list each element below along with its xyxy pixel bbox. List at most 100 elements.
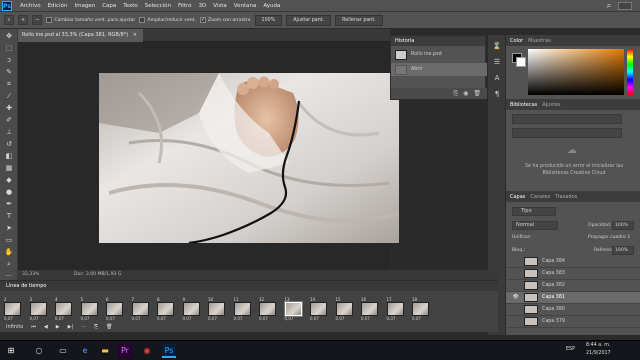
timeline-frame[interactable]: 13 0,07 [283,297,303,323]
frame-delay[interactable]: 0,07 [234,316,251,322]
zoom-100-button[interactable]: 100% [254,14,283,26]
tab-swatches[interactable]: Muestras [528,38,551,44]
path-select-tool-icon[interactable]: ➤ [3,223,15,233]
layer-row[interactable]: Capa 382 [506,280,640,292]
history-snapshot[interactable]: Rollo ine.psd [391,48,487,61]
menu-ventana[interactable]: Ventana [234,3,257,9]
timeline-frame[interactable]: 4 0,07 [55,297,72,323]
properties-panel-icon[interactable]: ☰ [492,57,502,67]
opacity-input[interactable]: 100% [612,221,634,230]
hand-tool-icon[interactable]: ✋ [3,247,15,257]
frame-delay[interactable]: 0,07 [157,316,174,322]
menu-3d[interactable]: 3D [198,3,206,9]
frame-delay[interactable]: 0,07 [81,316,98,322]
fill-screen-button[interactable]: Rellenar pant. [335,14,383,26]
timeline-frame[interactable]: 11 0,07 [233,297,251,323]
next-frame-icon[interactable]: ▶| [68,324,74,330]
tween-icon[interactable]: ⋯ [81,324,86,330]
layer-row[interactable]: Capa 379 [506,316,640,328]
menu-seleccion[interactable]: Selección [145,3,171,9]
blur-tool-icon[interactable]: ◆ [3,175,15,185]
quick-select-tool-icon[interactable]: ✎ [3,67,15,77]
input-language[interactable]: ESP [566,347,575,352]
frame-delay[interactable]: 0,07 [4,316,21,322]
play-icon[interactable]: ▶ [56,324,60,330]
zoom-all-checkbox[interactable]: Ampliar/reducir vent. [139,17,196,23]
layer-row[interactable]: Capa 384 [506,256,640,268]
layer-row-selected[interactable]: 👁 Capa 381 [506,292,640,304]
timeline-frame[interactable]: 12 0,07 [259,297,276,323]
fill-input[interactable]: 100% [612,246,634,255]
frame-delay[interactable]: 0,07 [387,316,404,322]
clock-date[interactable]: 21/9/2017 [586,351,611,356]
type-tool-icon[interactable]: T [3,211,15,221]
duplicate-frame-icon[interactable]: ⎘ [94,324,98,330]
close-icon[interactable]: × [133,32,137,38]
tab-channels[interactable]: Canales [530,194,550,200]
timeline-frame[interactable]: 2 0,07 [4,297,21,323]
dodge-tool-icon[interactable]: ● [3,187,15,197]
color-field[interactable] [528,49,624,95]
menu-texto[interactable]: Texto [123,3,138,9]
menu-imagen[interactable]: Imagen [74,3,95,9]
photoshop-taskbar-icon[interactable]: Ps [162,344,176,358]
resize-windows-checkbox[interactable]: Cambiar tamaño vent. para ajustar [46,17,135,23]
timeline-frame[interactable]: 7 0,07 [131,297,149,323]
menu-edicion[interactable]: Edición [48,3,68,9]
frame-delay[interactable]: 0,07 [310,316,327,322]
move-tool-icon[interactable]: ✥ [3,31,15,41]
scrubby-zoom-checkbox[interactable]: ✓ Zoom con arrastre [199,17,251,23]
frame-delay[interactable]: 0,07 [361,316,378,322]
timeline-frame[interactable]: 9 0,07 [182,297,200,323]
edge-browser-icon[interactable]: e [78,344,92,358]
file-explorer-icon[interactable]: ▬ [98,344,112,358]
eraser-tool-icon[interactable]: ◧ [3,151,15,161]
frame-delay[interactable]: 0,07 [336,316,353,322]
timeline-frame[interactable]: 17 0,07 [386,297,404,323]
healing-brush-tool-icon[interactable]: ✚ [3,103,15,113]
tab-adjustments[interactable]: Ajustes [542,102,560,108]
library-dropdown[interactable] [512,114,622,124]
clock-time[interactable]: 8:44 a. m. [586,343,610,348]
previous-frame-icon[interactable]: ◀ [44,324,48,330]
menu-capa[interactable]: Capa [102,3,116,9]
paragraph-panel-icon[interactable]: ¶ [492,89,502,99]
frame-delay[interactable]: 0,07 [183,316,200,322]
history-step[interactable]: Abrir [391,63,487,76]
eyedropper-tool-icon[interactable]: ⁄ [3,91,15,101]
timeline-frame[interactable]: 18 0,07 [412,297,429,323]
task-view-icon[interactable]: ▭ [56,344,70,358]
marquee-tool-icon[interactable]: ⬚ [3,43,15,53]
new-document-icon[interactable]: ⎘ [453,88,458,99]
eye-icon[interactable]: 👁 [511,295,520,300]
frame-delay[interactable]: 0,07 [412,316,429,322]
camera-icon[interactable]: ◉ [463,88,468,99]
tab-paths[interactable]: Trazados [555,194,577,200]
timeline-frame[interactable]: 14 0,07 [310,297,327,323]
blend-mode-select[interactable]: Normal [512,221,558,230]
brush-tool-icon[interactable]: ✐ [3,115,15,125]
character-panel-icon[interactable]: A [492,73,502,83]
menu-ayuda[interactable]: Ayuda [263,3,280,9]
document-info[interactable]: Doc: 3,00 MB/1,93 G [74,270,121,280]
search-icon[interactable]: ⌕ [604,1,614,11]
rectangle-tool-icon[interactable]: ▭ [3,235,15,245]
layer-filter-kind[interactable]: Tipo [512,207,556,216]
history-brush-tool-icon[interactable]: ↺ [3,139,15,149]
workspace-switcher[interactable] [618,2,632,10]
lasso-tool-icon[interactable]: ↄ [3,55,15,65]
document-tab[interactable]: Rollo ine.psd al 33,3% (Capa 381, RGB/8*… [18,29,143,42]
gradient-tool-icon[interactable]: ▦ [3,163,15,173]
timeline-frame[interactable]: 3 0,07 [29,297,47,323]
propagate-frame-checkbox[interactable]: Propagar cuadro 1 [588,235,630,240]
timeline-frame[interactable]: 10 0,07 [208,297,225,323]
menu-vista[interactable]: Vista [213,3,227,9]
premiere-pro-icon[interactable]: Pr [118,344,132,358]
pen-tool-icon[interactable]: ✒ [3,199,15,209]
document-canvas-image[interactable] [99,73,399,243]
loop-select[interactable]: Infinito [6,324,23,330]
frame-delay[interactable]: 0,07 [208,316,225,322]
chrome-icon[interactable]: ◉ [140,344,154,358]
fit-screen-button[interactable]: Ajustar pant. [286,14,332,26]
timeline-frame[interactable]: 5 0,07 [80,297,98,323]
